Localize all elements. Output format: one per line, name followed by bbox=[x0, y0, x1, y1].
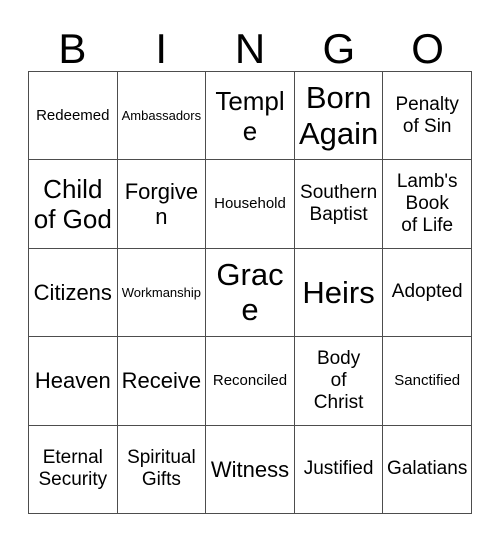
bingo-cell-label: Eternal Security bbox=[38, 447, 108, 491]
bingo-cell[interactable]: Temple bbox=[206, 72, 295, 161]
bingo-cell-label: Adopted bbox=[391, 281, 463, 303]
bingo-cell[interactable]: Sanctified bbox=[383, 337, 472, 426]
bingo-cell-label: Spiritual Gifts bbox=[127, 447, 196, 491]
bingo-header-letter-o: O bbox=[411, 25, 444, 72]
bingo-header-letter-g: G bbox=[322, 25, 356, 72]
bingo-cell[interactable]: Redeemed bbox=[29, 72, 118, 161]
bingo-cell[interactable]: Child of God bbox=[29, 160, 118, 249]
bingo-cell[interactable]: Eternal Security bbox=[29, 425, 118, 514]
bingo-cell[interactable]: Penalty of Sin bbox=[383, 72, 472, 161]
bingo-cell[interactable]: Spiritual Gifts bbox=[117, 425, 207, 514]
bingo-cell-label: Born Again bbox=[298, 79, 379, 151]
bingo-cell-label: Reconciled bbox=[212, 372, 288, 390]
bingo-header-letter-i: I bbox=[155, 25, 168, 72]
bingo-cell[interactable]: Adopted bbox=[383, 248, 472, 338]
bingo-cell[interactable]: Household bbox=[206, 160, 295, 249]
bingo-cell[interactable]: Workmanship bbox=[117, 248, 207, 338]
bingo-cell[interactable]: Justified bbox=[294, 425, 384, 514]
bingo-card: B I N G O Redeemed Ambassadors Temple Born Again… bbox=[0, 0, 500, 544]
bingo-header-letter-n: N bbox=[234, 25, 266, 72]
bingo-cell-label: Grace bbox=[216, 256, 284, 328]
bingo-cell-label: Heaven bbox=[34, 368, 111, 394]
bingo-cell[interactable]: Receive bbox=[117, 337, 207, 426]
bingo-cell-label: Galatians bbox=[387, 458, 468, 480]
bingo-cell[interactable]: Witness bbox=[206, 425, 295, 514]
bingo-header-letter-b: B bbox=[58, 25, 87, 72]
bingo-cell[interactable]: Citizens bbox=[29, 248, 118, 338]
bingo-cell-label: Child of God bbox=[33, 173, 112, 235]
bingo-cell-label: Witness bbox=[210, 456, 290, 482]
bingo-cell-label: Body of Christ bbox=[313, 347, 364, 413]
bingo-header-row: BINGO bbox=[28, 16, 472, 71]
bingo-cell[interactable]: Body of Christ bbox=[294, 337, 384, 426]
bingo-cell-label: Receive bbox=[121, 368, 202, 394]
bingo-cell[interactable]: Galatians bbox=[383, 425, 472, 514]
bingo-cell-label: Citizens bbox=[33, 279, 112, 305]
bingo-cell[interactable]: Grace bbox=[206, 248, 295, 338]
bingo-cell[interactable]: Reconciled bbox=[206, 337, 295, 426]
bingo-cell[interactable]: Lamb's Book of Life bbox=[383, 160, 472, 249]
bingo-cell-label: Ambassadors bbox=[121, 108, 202, 124]
bingo-cell[interactable]: Ambassadors bbox=[117, 72, 207, 161]
bingo-cell-label: Heirs bbox=[302, 274, 375, 310]
bingo-cell[interactable]: Heaven bbox=[29, 337, 118, 426]
bingo-cell-label: Redeemed bbox=[36, 107, 110, 124]
bingo-cell-label: Temple bbox=[215, 85, 285, 146]
bingo-cell-label: Southern Baptist bbox=[300, 182, 378, 226]
bingo-cell[interactable]: Heirs bbox=[294, 248, 384, 338]
bingo-grid: Redeemed Ambassadors Temple Born Again Penalt… bbox=[28, 71, 472, 514]
bingo-cell-label: Justified bbox=[303, 458, 374, 480]
bingo-cell[interactable]: Born Again bbox=[294, 72, 384, 161]
bingo-cell-label: Household bbox=[214, 195, 286, 213]
bingo-cell[interactable]: Southern Baptist bbox=[294, 160, 384, 249]
bingo-cell-label: Workmanship bbox=[121, 284, 201, 300]
bingo-cell-label: Lamb's Book of Life bbox=[396, 171, 458, 237]
bingo-cell[interactable]: Forgiven bbox=[117, 160, 207, 249]
bingo-cell-label: Sanctified bbox=[394, 372, 461, 390]
bingo-cell-label: Forgiven bbox=[124, 178, 199, 230]
bingo-cell-label: Penalty of Sin bbox=[395, 93, 459, 137]
